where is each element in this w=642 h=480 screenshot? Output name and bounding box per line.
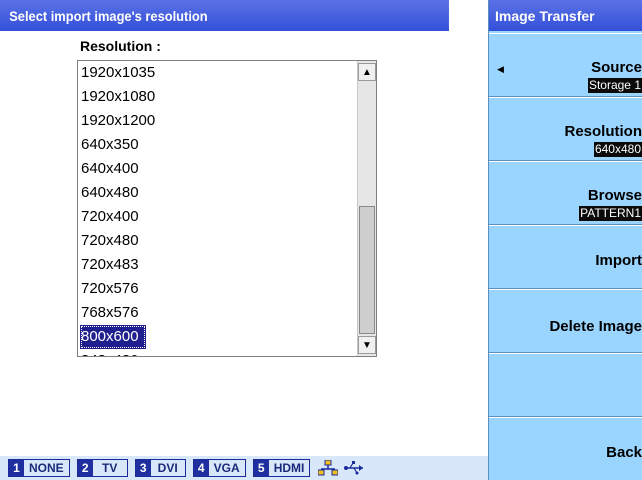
- input-label: TV: [92, 460, 127, 476]
- input-number: 4: [193, 460, 209, 476]
- input-chip-1: 1 NONE: [8, 459, 70, 477]
- list-item[interactable]: 640x480: [78, 181, 355, 205]
- resolution-button-label: Resolution: [564, 123, 642, 140]
- import-label: Import: [595, 252, 642, 269]
- source-label: Source: [591, 59, 642, 76]
- triangle-up-icon: ▲: [362, 66, 372, 78]
- resolution-listbox[interactable]: 1920x1035 1920x1080 1920x1200 640x350 64…: [77, 60, 377, 357]
- browse-value: PATTERN1: [579, 206, 642, 221]
- list-item[interactable]: 1920x1200: [78, 109, 355, 133]
- list-item-selected[interactable]: 800x600: [80, 325, 146, 349]
- import-button[interactable]: Import: [489, 225, 642, 289]
- list-scrollbar[interactable]: ▲ ▼: [357, 61, 376, 356]
- list-item[interactable]: 720x483: [78, 253, 355, 277]
- arrow-left-icon: ◀: [497, 64, 504, 74]
- back-label: Back: [606, 444, 642, 461]
- scroll-thumb[interactable]: [359, 206, 375, 334]
- input-chip-3: 3 DVI: [134, 459, 186, 477]
- resolution-list: 1920x1035 1920x1080 1920x1200 640x350 64…: [78, 61, 355, 356]
- softkey-panel: Image Transfer ◀ Source Storage 1 Resolu…: [488, 0, 642, 480]
- scroll-up-button[interactable]: ▲: [358, 63, 376, 81]
- network-icon: [317, 459, 339, 477]
- input-number: 2: [77, 460, 93, 476]
- input-chip-2: 2 TV: [76, 459, 128, 477]
- input-status-bar: 1 NONE 2 TV 3 DVI 4 VGA 5 HDMI: [0, 456, 488, 480]
- input-label: VGA: [208, 460, 245, 476]
- list-item[interactable]: 640x400: [78, 157, 355, 181]
- input-number: 3: [135, 460, 151, 476]
- list-item[interactable]: 1920x1080: [78, 85, 355, 109]
- scroll-down-button[interactable]: ▼: [358, 336, 376, 354]
- input-number: 1: [9, 460, 24, 476]
- delete-image-label: Delete Image: [549, 318, 642, 335]
- usb-icon: [343, 459, 365, 477]
- browse-label: Browse: [587, 187, 642, 204]
- resolution-button[interactable]: Resolution 640x480: [489, 97, 642, 161]
- source-value: Storage 1: [587, 78, 642, 93]
- input-label: HDMI: [268, 460, 310, 476]
- resolution-value: 640x480: [593, 142, 642, 157]
- list-item[interactable]: 720x400: [78, 205, 355, 229]
- delete-image-button[interactable]: Delete Image: [489, 289, 642, 353]
- source-button[interactable]: ◀ Source Storage 1: [489, 33, 642, 97]
- empty-softkey[interactable]: [489, 353, 642, 417]
- list-item[interactable]: 1920x1035: [78, 61, 355, 85]
- triangle-down-icon: ▼: [362, 339, 372, 351]
- list-item[interactable]: 848x480: [78, 349, 355, 356]
- input-label: DVI: [150, 460, 185, 476]
- list-item[interactable]: 768x576: [78, 301, 355, 325]
- list-item[interactable]: 720x576: [78, 277, 355, 301]
- back-button[interactable]: Back: [489, 417, 642, 480]
- input-chip-4: 4 VGA: [192, 459, 246, 477]
- dialog-title: Select import image's resolution: [0, 0, 449, 31]
- browse-button[interactable]: Browse PATTERN1: [489, 161, 642, 225]
- input-number: 5: [253, 460, 269, 476]
- panel-title: Image Transfer: [489, 0, 642, 31]
- list-item[interactable]: 720x480: [78, 229, 355, 253]
- list-item[interactable]: 640x350: [78, 133, 355, 157]
- resolution-label: Resolution :: [80, 38, 161, 54]
- input-chip-5: 5 HDMI: [252, 459, 311, 477]
- input-label: NONE: [24, 460, 69, 476]
